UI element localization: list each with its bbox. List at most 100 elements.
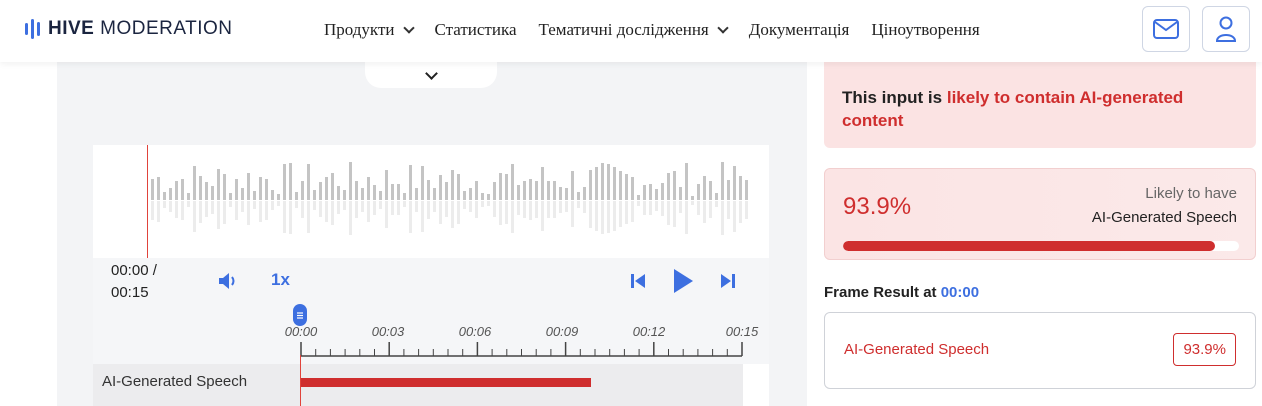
waveform-reflection	[703, 201, 706, 223]
waveform-bar	[571, 171, 574, 200]
waveform-bar	[517, 185, 520, 200]
waveform-bar	[367, 177, 370, 200]
waveform-bar	[193, 166, 196, 200]
menu-item-pricing[interactable]: Ціноутворення	[871, 20, 979, 40]
waveform-reflection	[601, 201, 604, 234]
waveform-reflection	[385, 201, 388, 228]
chevron-down-icon	[717, 22, 729, 34]
waveform-bar	[211, 186, 214, 200]
waveform-reflection	[697, 201, 700, 215]
waveform-bar	[403, 193, 406, 200]
waveform-bar	[343, 190, 346, 200]
waveform-reflection	[295, 201, 298, 208]
waveform-bar	[583, 187, 586, 200]
waveform-bar	[679, 187, 682, 200]
waveform-reflection	[403, 201, 406, 207]
waveform-reflection	[631, 201, 634, 222]
waveform-reflection	[499, 201, 502, 225]
waveform-reflection	[577, 201, 580, 208]
waveform-reflection	[685, 201, 688, 234]
waveform-bar	[511, 164, 514, 200]
waveform-bar	[565, 188, 568, 200]
waveform-reflection	[541, 201, 544, 231]
waveform-reflection	[415, 201, 418, 212]
waveform-reflection	[691, 201, 694, 205]
waveform-reflection	[589, 201, 592, 228]
waveform-bar	[721, 162, 724, 200]
waveform-bar	[475, 181, 478, 200]
waveform-reflection	[463, 201, 466, 209]
waveform-bar	[649, 184, 652, 200]
waveform-reflection	[619, 201, 622, 227]
waveform-reflection	[367, 201, 370, 222]
waveform-reflection	[655, 201, 658, 211]
waveform-reflection	[391, 201, 394, 215]
account-button[interactable]	[1202, 6, 1250, 52]
score-card: 93.9% Likely to have AI-Generated Speech	[824, 168, 1256, 260]
waveform-bar	[643, 185, 646, 200]
waveform-reflection	[745, 201, 748, 219]
waveform-bar	[691, 196, 694, 200]
menu-item-products[interactable]: Продукти	[324, 20, 415, 40]
waveform-reflection	[421, 201, 424, 232]
frame-result-card: AI-Generated Speech 93.9%	[824, 312, 1256, 389]
waveform-bar	[229, 193, 232, 200]
waveform-reflection	[679, 201, 682, 213]
waveform-bar	[271, 190, 274, 200]
waveform-bar	[157, 177, 160, 200]
waveform-reflection	[727, 201, 730, 219]
waveform-bar	[601, 163, 604, 200]
waveform-bar	[391, 184, 394, 200]
play-icon[interactable]	[671, 267, 695, 295]
waveform-bar	[301, 181, 304, 200]
waveform-bar	[415, 188, 418, 200]
waveform-bar	[505, 174, 508, 200]
waveform-reflection	[523, 201, 526, 218]
waveform-bar	[253, 191, 256, 200]
waveform-bar	[715, 193, 718, 200]
waveform-reflection	[469, 201, 472, 212]
menu-item-case-studies[interactable]: Тематичні дослідження	[539, 20, 729, 40]
waveform-reflection	[199, 201, 202, 223]
waveform-bar	[217, 169, 220, 200]
waveform-reflection	[511, 201, 514, 233]
waveform-bar	[379, 191, 382, 200]
detection-segment[interactable]	[301, 378, 591, 387]
skip-back-icon[interactable]	[629, 272, 647, 290]
timeline-ruler[interactable]: 00:00 00:03 00:06 00:09 00:12 00:15	[93, 304, 769, 364]
chevron-down-icon	[424, 66, 438, 80]
menu-item-documentation[interactable]: Документація	[749, 20, 850, 40]
waveform-bar	[481, 193, 484, 200]
waveform-reflection	[283, 201, 286, 233]
waveform[interactable]	[93, 145, 769, 258]
contact-button[interactable]	[1142, 6, 1190, 52]
frame-score-badge: 93.9%	[1173, 333, 1236, 366]
waveform-reflection	[607, 201, 610, 233]
waveform-reflection	[337, 201, 340, 214]
result-alert: This input is likely to contain AI-gener…	[824, 62, 1256, 148]
waveform-reflection	[235, 201, 238, 220]
waveform-bar	[613, 167, 616, 200]
detection-track: AI-Generated Speech	[93, 364, 743, 406]
brand-logo[interactable]: HIVE MODERATION	[25, 18, 233, 40]
waveform-reflection	[535, 201, 538, 218]
skip-forward-icon[interactable]	[719, 272, 737, 290]
volume-icon[interactable]	[217, 271, 239, 291]
waveform-reflection	[247, 201, 250, 225]
timeline-handle[interactable]	[291, 302, 311, 332]
collapse-toggle[interactable]	[365, 62, 497, 88]
score-progress-fill	[843, 241, 1215, 251]
waveform-bar	[727, 180, 730, 200]
waveform-reflection	[559, 201, 562, 213]
waveform-bar	[313, 190, 316, 200]
waveform-reflection	[265, 201, 268, 220]
main-menu: Продукти Статистика Тематичні дослідженн…	[324, 20, 1002, 40]
waveform-reflection	[349, 201, 352, 235]
waveform-reflection	[661, 201, 664, 216]
waveform-reflection	[583, 201, 586, 213]
playback-speed[interactable]: 1x	[271, 270, 290, 290]
menu-item-statistics[interactable]: Статистика	[435, 20, 517, 40]
waveform-reflection	[259, 201, 262, 222]
waveform-reflection	[613, 201, 616, 231]
waveform-bar	[349, 162, 352, 200]
